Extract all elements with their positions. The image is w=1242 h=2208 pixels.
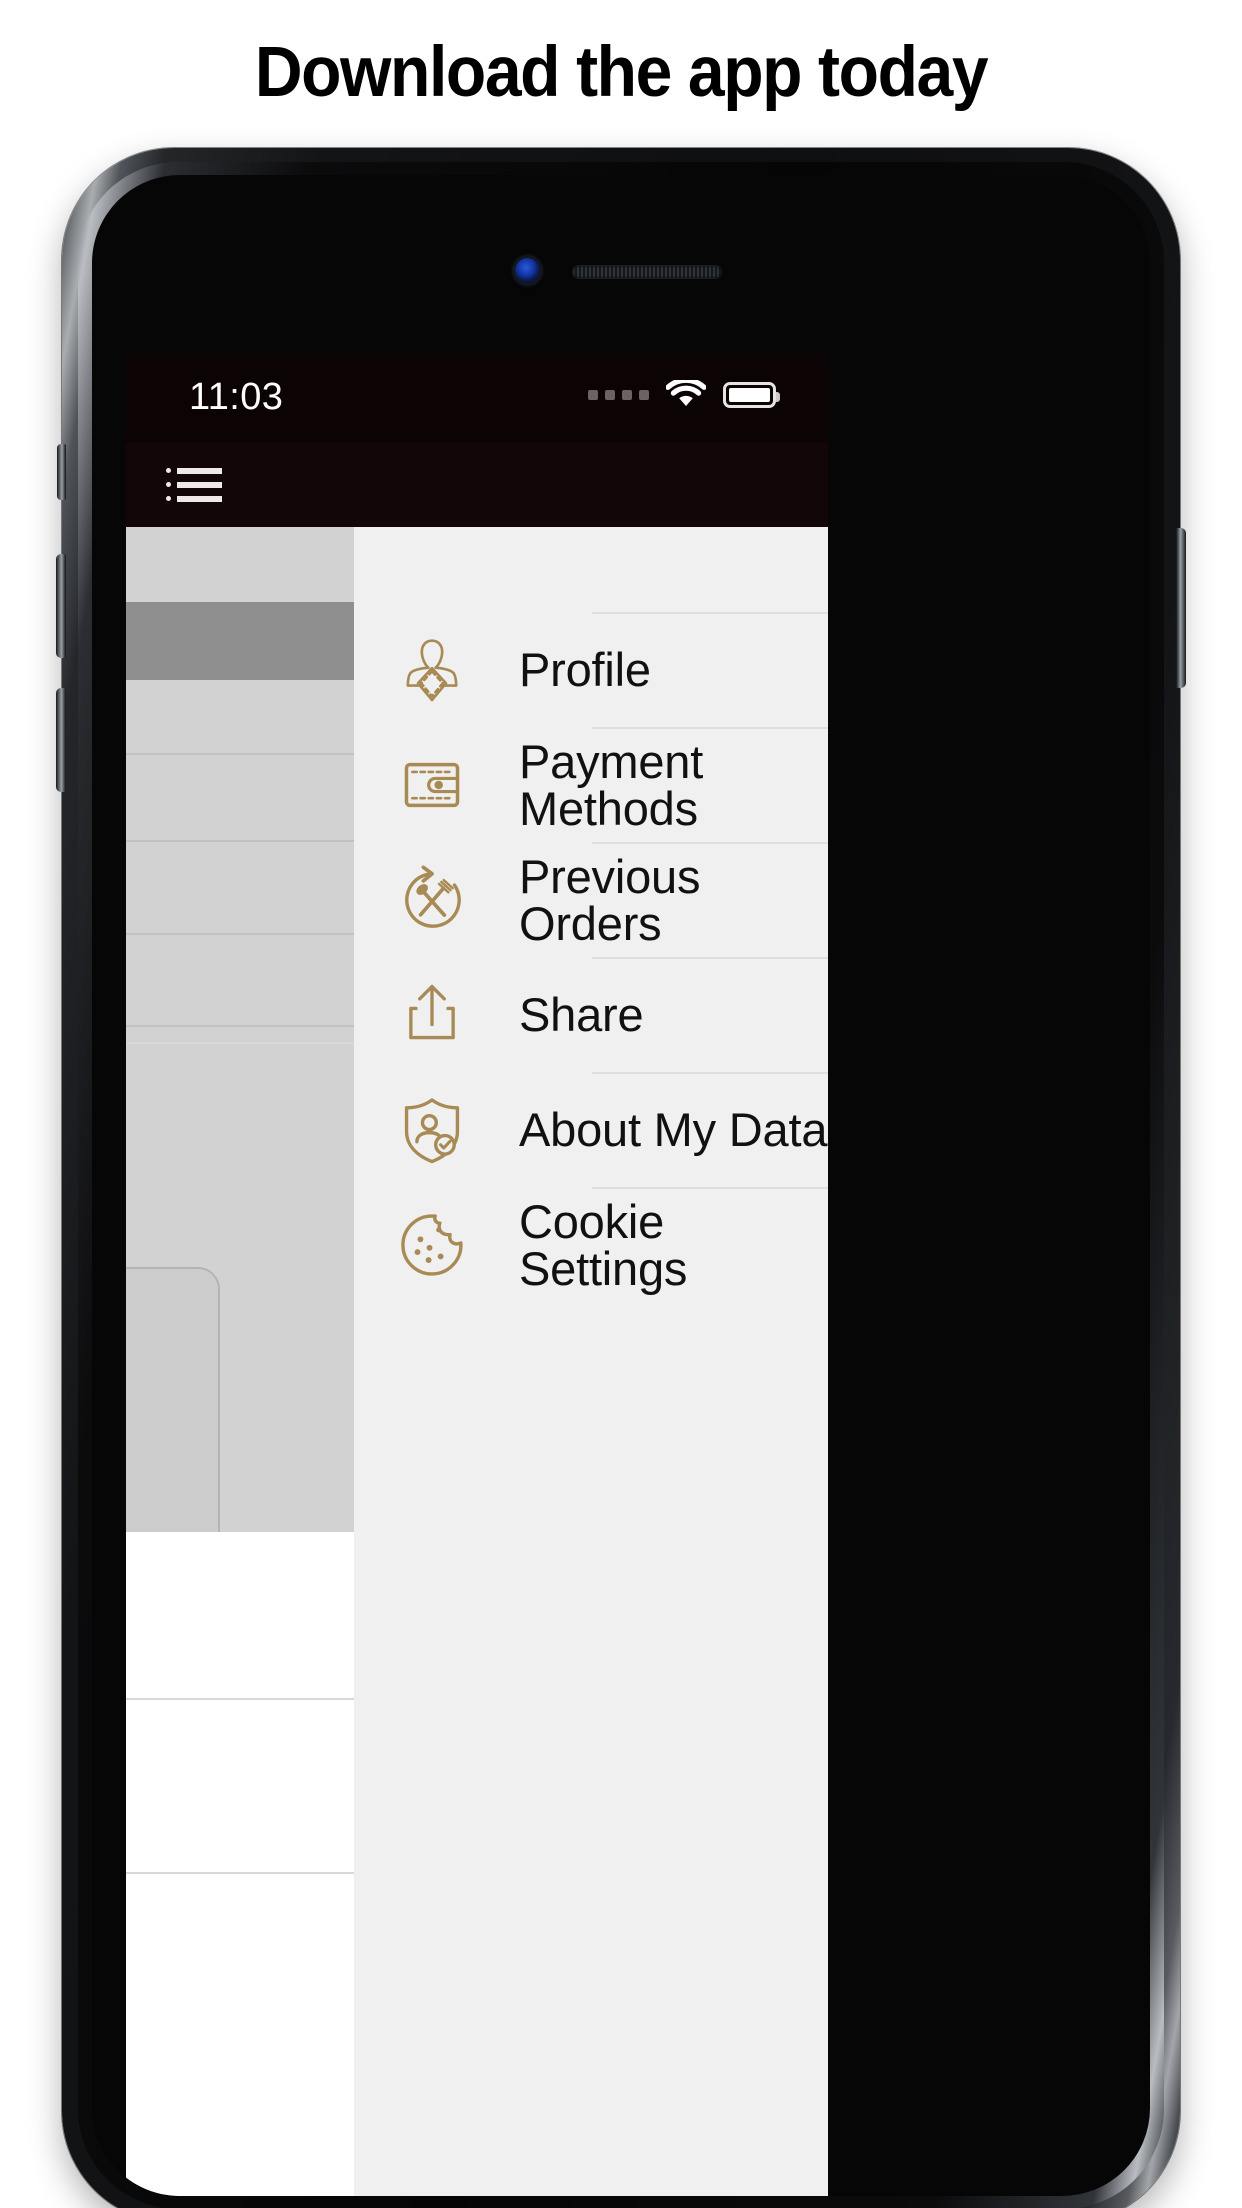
menu-item-label: About My Data xyxy=(519,1103,828,1156)
mute-switch-button[interactable] xyxy=(57,444,66,500)
share-upload-icon xyxy=(382,980,482,1050)
menu-item-label: Cookie Settings xyxy=(519,1194,688,1295)
app-store-screenshot: Download the app today 0.00 xyxy=(0,0,1242,2208)
menu-divider xyxy=(592,842,828,844)
cookie-icon xyxy=(382,1208,482,1282)
phone-display: 0.00 10.90 €8.80 €0.35 xyxy=(92,175,1150,2196)
page-title: Download the app today xyxy=(254,33,989,112)
status-time: 11:03 xyxy=(189,376,284,418)
battery-full-icon xyxy=(723,382,780,408)
menu-item-label: Profile xyxy=(519,643,651,696)
earpiece-speaker-icon xyxy=(573,266,721,278)
profile-person-icon xyxy=(382,633,482,707)
order-history-cutlery-icon xyxy=(382,863,482,937)
menu-item-profile[interactable]: Profile xyxy=(354,612,828,727)
signal-dots-icon xyxy=(588,390,649,400)
side-drawer: Profile Payment Methods Previous Orders … xyxy=(354,527,828,2196)
menu-item-label: Payment Methods xyxy=(519,734,704,835)
nav-bar xyxy=(126,443,828,527)
menu-item-payment-methods[interactable]: Payment Methods xyxy=(354,727,828,842)
volume-down-button[interactable] xyxy=(56,688,66,792)
wallet-icon xyxy=(382,750,482,820)
app-screen: 0.00 10.90 €8.80 €0.35 xyxy=(126,354,828,2196)
menu-item-share[interactable]: Share xyxy=(354,957,828,1072)
status-bar: 11:03 xyxy=(126,354,828,443)
menu-divider xyxy=(592,1072,828,1074)
menu-item-about-my-data[interactable]: About My Data xyxy=(354,1072,828,1187)
menu-divider xyxy=(592,612,828,614)
hamburger-list-icon[interactable] xyxy=(166,465,222,505)
menu-item-label: Share xyxy=(519,988,644,1041)
power-button[interactable] xyxy=(1176,528,1186,688)
status-indicators xyxy=(588,380,780,410)
volume-up-button[interactable] xyxy=(56,554,66,658)
phone-mockup: 0.00 10.90 €8.80 €0.35 xyxy=(56,148,1186,2208)
front-camera-icon xyxy=(515,258,540,283)
drawer-spacer xyxy=(354,527,828,612)
menu-item-label: Previous Orders xyxy=(519,849,701,950)
menu-divider xyxy=(592,957,828,959)
drawer-menu: Profile Payment Methods Previous Orders … xyxy=(354,612,828,1302)
shield-person-check-icon xyxy=(382,1093,482,1167)
menu-divider xyxy=(592,1187,828,1189)
menu-divider xyxy=(592,727,828,729)
menu-item-previous-orders[interactable]: Previous Orders xyxy=(354,842,828,957)
wifi-icon xyxy=(666,380,706,406)
menu-item-cookie-settings[interactable]: Cookie Settings xyxy=(354,1187,828,1302)
